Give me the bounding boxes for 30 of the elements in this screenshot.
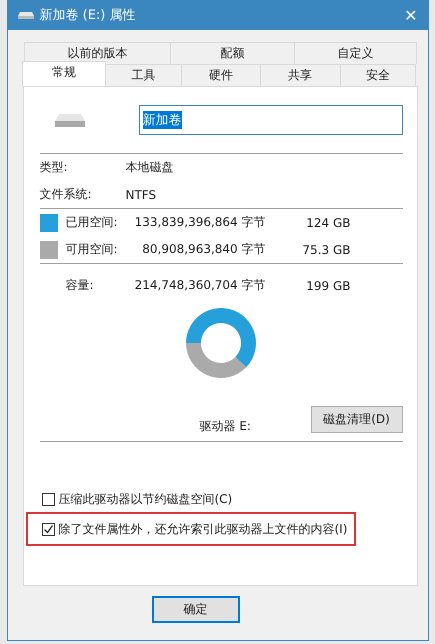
checkbox-label: 压缩此驱动器以节约磁盘空间(C) xyxy=(58,490,232,508)
name-field[interactable]: 新加卷 xyxy=(138,105,402,135)
byte-count: 133,839,396,864 字节 xyxy=(134,214,266,231)
checkbox[interactable] xyxy=(42,522,54,536)
field-value: 本地磁盘 xyxy=(126,159,174,176)
disk-cleanup-button[interactable]: 磁盘清理(D) xyxy=(310,406,402,433)
tab[interactable]: 自定义 xyxy=(294,42,416,64)
space-label: 已用空间: xyxy=(66,214,119,231)
capacity-label: 容量: xyxy=(66,277,95,294)
field-value: NTFS xyxy=(126,188,156,202)
tab[interactable]: 常规 xyxy=(22,61,106,86)
close-button[interactable]: ✕ xyxy=(404,6,418,24)
size-value: 124 GB xyxy=(305,216,350,230)
field-label: 文件系统: xyxy=(40,186,93,203)
byte-count: 214,748,360,704 字节 xyxy=(134,277,266,294)
size-value: 75.3 GB xyxy=(301,242,350,256)
drive-icon xyxy=(18,11,34,19)
byte-count: 80,908,963,840 字节 xyxy=(141,241,266,258)
window-title: 新加卷 (E:) 属性 xyxy=(40,7,137,24)
selected-text: 新加卷 xyxy=(142,111,182,129)
size-value: 199 GB xyxy=(305,278,350,292)
drive-icon xyxy=(54,112,84,128)
checkbox[interactable] xyxy=(42,492,54,506)
tab[interactable]: 安全 xyxy=(340,64,416,86)
checkbox-label: 除了文件属性外，还允许索引此驱动器上文件的内容(I) xyxy=(58,520,348,538)
field-label: 类型: xyxy=(40,159,69,176)
ok-button[interactable]: 确定 xyxy=(152,596,240,623)
drive-label: 驱动器 E: xyxy=(200,418,251,435)
space-label: 可用空间: xyxy=(66,241,119,258)
tab[interactable]: 以前的版本 xyxy=(24,42,172,64)
